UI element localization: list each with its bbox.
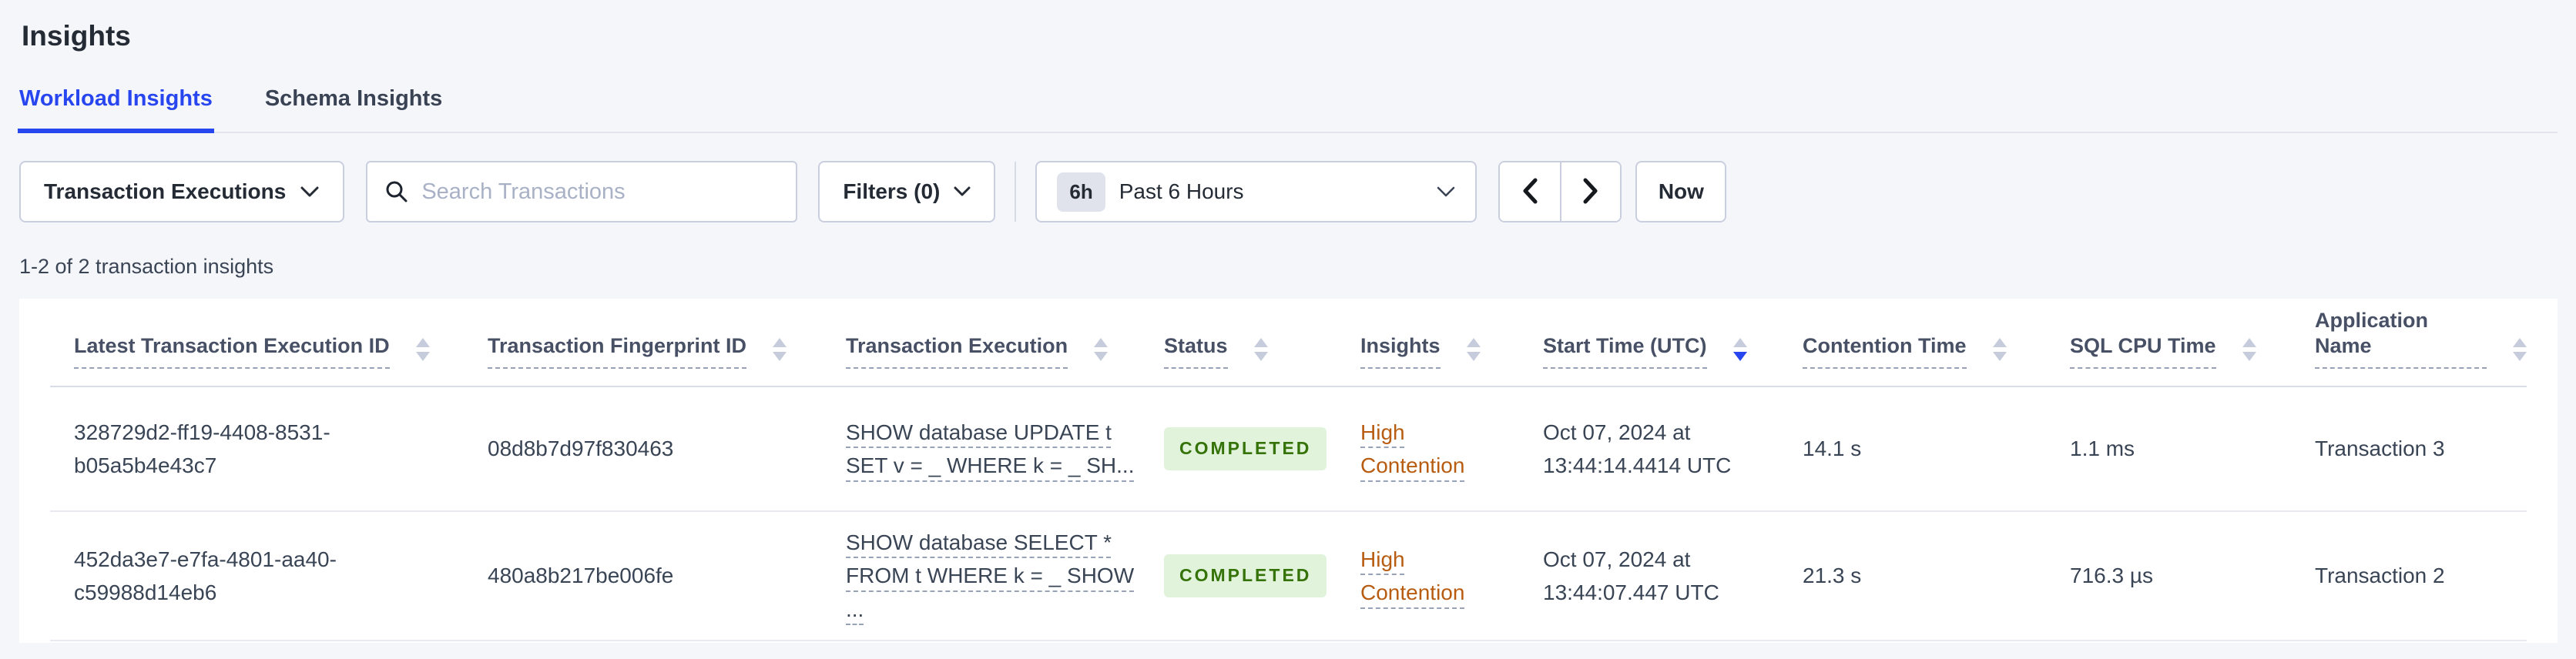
chevron-right-icon bbox=[1582, 178, 1599, 206]
time-step-buttons bbox=[1498, 161, 1622, 222]
execution-type-label: Transaction Executions bbox=[44, 179, 287, 203]
latest-execution-id: 328729d2-ff19-4408-8531- b05a5b4e43c7 bbox=[74, 420, 330, 477]
column-header-start-time[interactable]: Start Time (UTC) bbox=[1543, 333, 1803, 369]
fingerprint-id: 08d8b7d97f830463 bbox=[488, 437, 674, 461]
search-icon bbox=[384, 179, 409, 204]
filters-button[interactable]: Filters (0) bbox=[818, 161, 996, 222]
insights-table: Latest Transaction Execution ID Transact… bbox=[19, 299, 2558, 643]
insight-link-high-contention[interactable]: High Contention bbox=[1360, 543, 1464, 610]
contention-time: 14.1 s bbox=[1803, 437, 1862, 461]
time-range-picker[interactable]: 6h Past 6 Hours bbox=[1035, 161, 1478, 222]
column-header-application-name[interactable]: Application Name bbox=[2315, 308, 2527, 369]
search-box bbox=[366, 161, 798, 222]
start-time: Oct 07, 2024 at 13:44:14.4414 UTC bbox=[1543, 420, 1732, 477]
toolbar-divider bbox=[1015, 162, 1017, 222]
column-header-fingerprint-id[interactable]: Transaction Fingerprint ID bbox=[488, 333, 846, 369]
status-badge: COMPLETED bbox=[1164, 427, 1327, 470]
execution-type-dropdown[interactable]: Transaction Executions bbox=[19, 161, 345, 222]
column-header-insights[interactable]: Insights bbox=[1360, 333, 1543, 369]
status-badge: COMPLETED bbox=[1164, 554, 1327, 597]
latest-execution-id: 452da3e7-e7fa-4801-aa40- c59988d14eb6 bbox=[74, 547, 337, 604]
sql-cpu-time: 1.1 ms bbox=[2070, 437, 2135, 461]
page-title: Insights bbox=[22, 20, 131, 52]
tab-schema-insights[interactable]: Schema Insights bbox=[263, 86, 444, 133]
chevron-left-icon bbox=[1521, 178, 1538, 206]
results-count: 1-2 of 2 transaction insights bbox=[19, 255, 274, 278]
sort-icon[interactable] bbox=[415, 338, 430, 361]
table-row: 328729d2-ff19-4408-8531- b05a5b4e43c7 08… bbox=[50, 387, 2527, 512]
application-name: Transaction 2 bbox=[2315, 564, 2445, 588]
chevron-down-icon bbox=[300, 186, 320, 198]
tab-bar: Workload Insights Schema Insights bbox=[18, 86, 2558, 133]
sql-cpu-time: 716.3 µs bbox=[2070, 564, 2153, 588]
insights-page: Insights Workload Insights Schema Insigh… bbox=[0, 0, 2576, 643]
sort-icon[interactable] bbox=[1992, 338, 2007, 361]
time-prev-button[interactable] bbox=[1500, 162, 1561, 221]
column-header-status[interactable]: Status bbox=[1164, 333, 1360, 369]
chevron-down-icon bbox=[954, 186, 971, 197]
now-button[interactable]: Now bbox=[1635, 161, 1727, 222]
application-name: Transaction 3 bbox=[2315, 437, 2445, 461]
sort-icon[interactable] bbox=[1466, 338, 1481, 361]
sort-icon[interactable] bbox=[2513, 338, 2527, 361]
column-header-latest-execution-id[interactable]: Latest Transaction Execution ID bbox=[50, 333, 488, 369]
column-header-contention-time[interactable]: Contention Time bbox=[1803, 333, 2070, 369]
time-next-button[interactable] bbox=[1560, 162, 1621, 221]
transaction-execution-link[interactable]: SHOW database UPDATE t SET v = _ WHERE k… bbox=[846, 416, 1135, 483]
tab-workload-insights[interactable]: Workload Insights bbox=[18, 86, 214, 133]
time-range-label: Past 6 Hours bbox=[1119, 179, 1244, 203]
transaction-execution-link[interactable]: SHOW database SELECT * FROM t WHERE k = … bbox=[846, 526, 1134, 626]
sort-icon[interactable] bbox=[2242, 338, 2256, 361]
contention-time: 21.3 s bbox=[1803, 564, 1862, 588]
chevron-down-icon bbox=[1437, 186, 1455, 198]
sort-icon-active-desc[interactable] bbox=[1732, 338, 1747, 361]
search-input[interactable] bbox=[421, 179, 780, 205]
fingerprint-id: 480a8b217be006fe bbox=[488, 564, 674, 588]
insight-link-high-contention[interactable]: High Contention bbox=[1360, 416, 1464, 483]
time-range-badge: 6h bbox=[1057, 172, 1105, 212]
start-time: Oct 07, 2024 at 13:44:07.447 UTC bbox=[1543, 547, 1719, 604]
table-header-row: Latest Transaction Execution ID Transact… bbox=[50, 299, 2527, 387]
sort-icon[interactable] bbox=[773, 338, 787, 361]
column-header-transaction-execution[interactable]: Transaction Execution bbox=[846, 333, 1164, 369]
sort-icon[interactable] bbox=[1094, 338, 1109, 361]
column-header-sql-cpu-time[interactable]: SQL CPU Time bbox=[2070, 333, 2315, 369]
toolbar: Transaction Executions Filters (0) 6h Pa… bbox=[19, 161, 2576, 222]
table-row: 452da3e7-e7fa-4801-aa40- c59988d14eb6 48… bbox=[50, 512, 2527, 641]
sort-icon[interactable] bbox=[1253, 338, 1268, 361]
filters-label: Filters (0) bbox=[843, 179, 941, 203]
